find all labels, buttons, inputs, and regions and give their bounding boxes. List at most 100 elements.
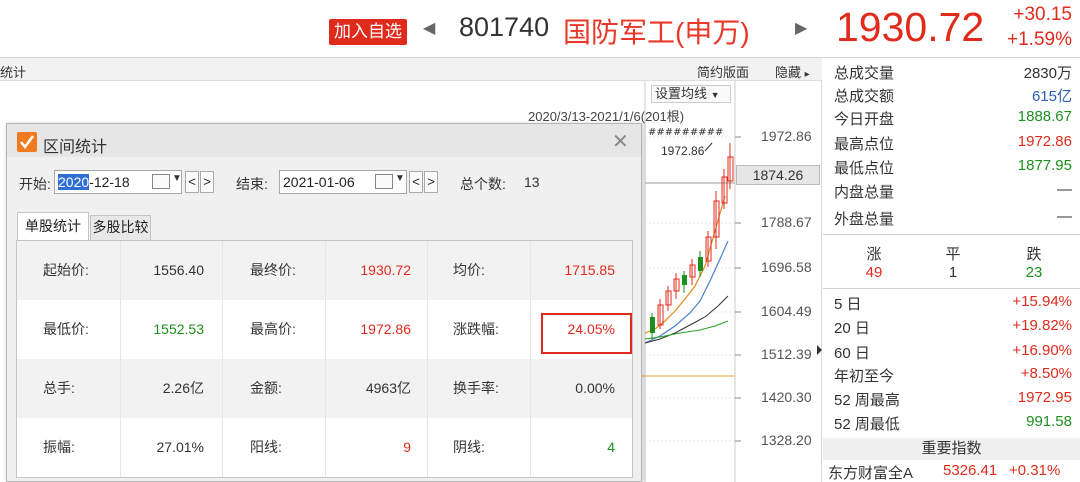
end-next-button[interactable]: > xyxy=(424,171,438,193)
stat-row: 今日开盘 1888.67 xyxy=(823,106,1080,129)
perf-value: +16.90% xyxy=(1012,342,1072,359)
tab-single-stock[interactable]: 单股统计 xyxy=(17,212,89,240)
price-pointer-icon xyxy=(817,345,822,355)
stat-value: 2830万 xyxy=(1023,65,1072,82)
candle xyxy=(698,257,703,271)
down-count: 23 xyxy=(1025,264,1043,281)
stat-label: 阳线: xyxy=(250,439,282,455)
divider xyxy=(823,288,1080,289)
stat-row: 最低点位 1877.95 xyxy=(823,155,1080,178)
hide-panel-button[interactable]: 隐藏 ▸ xyxy=(775,62,810,81)
stat-label: 最低价: xyxy=(43,321,89,337)
down-label: 跌 xyxy=(1026,246,1042,263)
stat-label: 总手: xyxy=(43,380,75,396)
candle xyxy=(650,317,655,333)
perf-value: +15.94% xyxy=(1012,293,1072,310)
add-to-watchlist-button[interactable]: 加入自选 xyxy=(329,19,407,45)
stat-label: 外盘总量 xyxy=(834,211,895,228)
candle xyxy=(682,275,687,285)
close-icon[interactable]: ✕ xyxy=(612,129,629,154)
stat-label: 最高价: xyxy=(250,321,296,337)
index-change: +0.31% xyxy=(1009,462,1061,479)
column-divider xyxy=(325,241,326,477)
y-axis-label: 1420.30 xyxy=(761,389,812,405)
perf-label: 60 日 xyxy=(834,345,870,362)
ma60-line xyxy=(644,320,729,340)
interval-stats-dialog[interactable]: 区间统计 ✕ 开始: 2020-12-18 ▼ < > 结束: 2021-01-… xyxy=(6,123,642,482)
perf-value: +19.82% xyxy=(1012,317,1072,334)
index-row[interactable]: 东方财富全A 5326.41 +0.31% xyxy=(823,460,1080,482)
total-count-label: 总个数: xyxy=(460,176,506,192)
dropdown-arrow-icon[interactable]: ▼ xyxy=(395,173,405,184)
hide-arrow-icon: ▸ xyxy=(804,69,810,80)
stat-value: 4963亿 xyxy=(365,380,411,396)
stat-row: 总成交量 2830万 xyxy=(823,60,1080,83)
perf-value: 1972.95 xyxy=(1017,389,1072,406)
stat-label: 换手率: xyxy=(453,380,499,396)
start-label: 开始: xyxy=(19,176,51,192)
end-label: 结束: xyxy=(236,176,268,192)
perf-row: 5 日 +15.94% xyxy=(823,291,1080,314)
stat-value: 0.00% xyxy=(575,380,615,396)
dropdown-arrow-icon: ▼ xyxy=(710,90,720,100)
set-ma-label: 设置均线 xyxy=(655,86,708,101)
start-date-rest: -12-18 xyxy=(89,174,130,190)
tab-multi-compare[interactable]: 多股比较 xyxy=(90,215,151,240)
perf-row: 60 日 +16.90% xyxy=(823,340,1080,363)
y-axis-label: 1328.20 xyxy=(761,432,812,448)
perf-row: 20 日 +19.82% xyxy=(823,315,1080,338)
chart-toolbar: 统计 简约版面 隐藏 ▸ xyxy=(0,58,822,81)
stat-label: 内盘总量 xyxy=(834,184,895,201)
previous-stock-arrow-icon[interactable]: ◀ xyxy=(423,18,435,38)
candles xyxy=(650,143,734,339)
stat-label: 最终价: xyxy=(250,262,296,278)
start-prev-button[interactable]: < xyxy=(185,171,199,193)
stat-value: 1972.86 xyxy=(360,321,411,337)
stat-value: 1972.86 xyxy=(1017,133,1072,150)
stat-label: 涨跌幅: xyxy=(453,321,499,337)
stats-table: 起始价: 1556.40 最终价: 1930.72 均价: 1715.85 最低… xyxy=(16,240,633,478)
stat-label: 阴线: xyxy=(453,439,485,455)
dialog-titlebar[interactable]: 区间统计 ✕ xyxy=(7,124,641,157)
stat-label: 均价: xyxy=(453,262,485,278)
end-prev-button[interactable]: < xyxy=(409,171,423,193)
toolbar-title: 统计 xyxy=(0,65,27,80)
perf-row: 年初至今 +8.50% xyxy=(823,363,1080,386)
calendar-icon[interactable] xyxy=(152,174,170,189)
price-change: +30.15 xyxy=(1013,4,1072,25)
quote-header: 加入自选 ◀ 801740 国防军工(申万) ▶ 1930.72 +30.15 … xyxy=(0,0,1080,58)
quote-side-panel: 总成交量 2830万 总成交额 615亿 今日开盘 1888.67 最高点位 1… xyxy=(823,58,1080,482)
stat-label: 总成交量 xyxy=(834,65,895,82)
current-price-tag: 1874.26 xyxy=(736,165,820,185)
up-count: 49 xyxy=(865,264,883,281)
stat-value: 1930.72 xyxy=(360,262,411,278)
y-axis-label: 1696.58 xyxy=(761,259,812,275)
y-axis-label: 1604.49 xyxy=(761,303,812,319)
calendar-icon[interactable] xyxy=(375,174,393,189)
next-stock-arrow-icon[interactable]: ▶ xyxy=(795,18,807,38)
start-next-button[interactable]: > xyxy=(200,171,214,193)
perf-row: 52 周最低 991.58 xyxy=(823,411,1080,434)
stat-value: 1556.40 xyxy=(153,262,204,278)
start-date-year: 2020 xyxy=(58,174,90,190)
column-divider xyxy=(222,241,223,477)
dialog-title: 区间统计 xyxy=(43,139,108,156)
peak-price-label: 1972.86 xyxy=(661,144,705,158)
set-moving-average-dropdown[interactable]: 设置均线 ▼ xyxy=(651,85,731,103)
perf-label: 5 日 xyxy=(834,296,862,313)
simple-layout-button[interactable]: 简约版面 xyxy=(697,62,749,81)
stat-label: 振幅: xyxy=(43,439,75,455)
peak-arrow xyxy=(704,142,713,152)
stock-name: 国防军工(申万) xyxy=(563,17,750,48)
perf-value: 991.58 xyxy=(1026,413,1072,430)
stock-code: 801740 xyxy=(459,12,550,42)
y-axis-label: 1512.39 xyxy=(761,346,812,362)
stat-value: 1715.85 xyxy=(564,262,615,278)
flat-count: 1 xyxy=(948,264,958,281)
stat-label: 起始价: xyxy=(43,262,89,278)
stat-row: 总成交额 615亿 xyxy=(823,83,1080,106)
dropdown-arrow-icon[interactable]: ▼ xyxy=(172,173,182,184)
stat-value: — xyxy=(1057,181,1072,198)
perf-label: 年初至今 xyxy=(834,368,895,385)
ma20-line xyxy=(644,295,729,344)
